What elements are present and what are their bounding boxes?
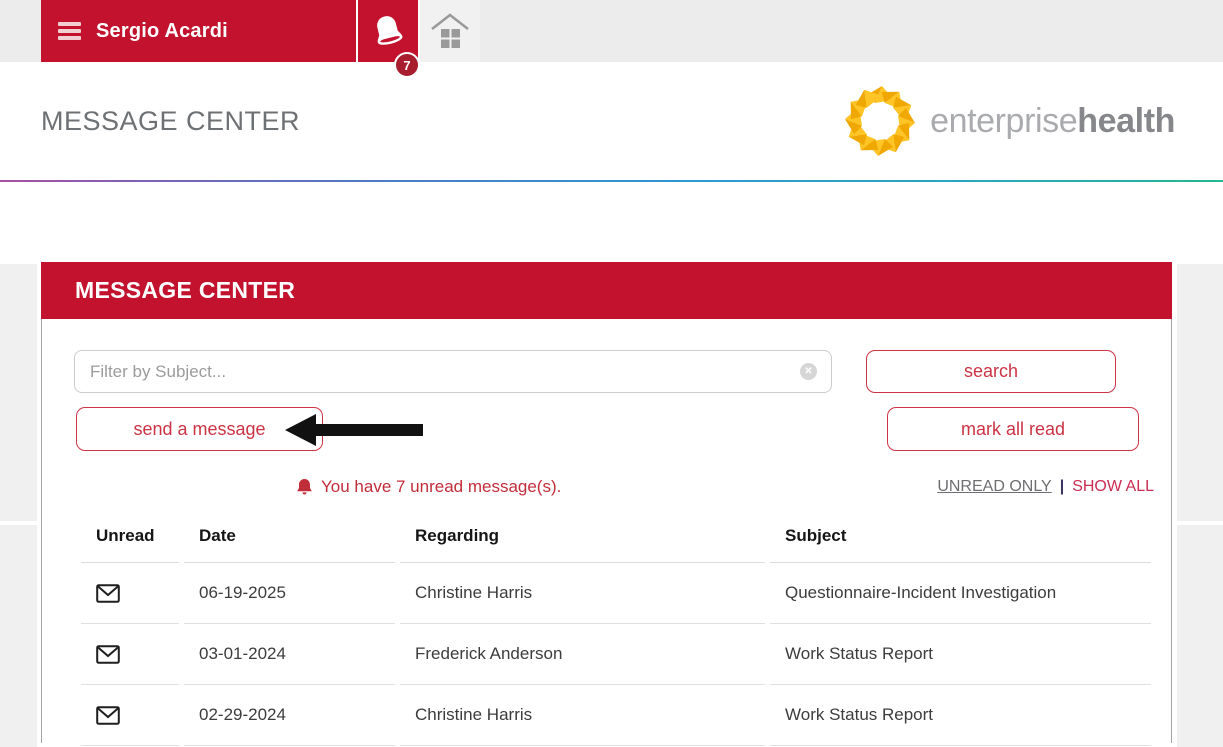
show-all-link[interactable]: SHOW ALL (1072, 478, 1154, 496)
main-region: MESSAGE CENTER ✕ search send a message m… (0, 262, 1223, 747)
table-row[interactable]: 06-19-2025 Christine Harris Questionnair… (81, 563, 1151, 624)
table-row[interactable]: 03-01-2024 Frederick Anderson Work Statu… (81, 624, 1151, 685)
envelope-icon (96, 706, 120, 725)
section-banner: MESSAGE CENTER (41, 262, 1172, 319)
logo-text-regular: enterprise (930, 102, 1077, 140)
cell-date: 06-19-2025 (184, 563, 395, 624)
cell-date: 02-29-2024 (184, 685, 395, 746)
mark-all-read-button[interactable]: mark all read (887, 407, 1139, 451)
enterprise-health-logo: enterprisehealth (842, 83, 1175, 159)
home-button[interactable] (418, 0, 480, 62)
alert-bell-icon (296, 478, 313, 497)
status-row: You have 7 unread message(s). UNREAD ONL… (42, 451, 1171, 497)
white-gap (0, 182, 1223, 258)
cell-subject: Work Status Report (770, 624, 1151, 685)
cell-date: 03-01-2024 (184, 624, 395, 685)
right-margin-strip (1177, 525, 1223, 747)
message-center-panel: ✕ search send a message mark all read (41, 319, 1172, 743)
column-header-unread: Unread (81, 513, 179, 563)
filter-row: ✕ search (42, 319, 1171, 393)
hamburger-icon[interactable] (58, 22, 81, 40)
content-column: MESSAGE CENTER ✕ search send a message m… (41, 262, 1172, 743)
messages-table: Unread Date Regarding Subject 06-19-2025… (76, 513, 1156, 746)
view-filter-links: UNREAD ONLY | SHOW ALL (937, 478, 1154, 496)
link-separator: | (1052, 478, 1072, 496)
actions-row: send a message mark all read (42, 393, 1171, 451)
column-header-regarding: Regarding (400, 513, 765, 563)
left-margin-strip (0, 264, 37, 521)
logo-text-bold: health (1077, 102, 1175, 140)
home-icon (429, 11, 471, 51)
bell-icon (371, 13, 405, 49)
unread-notice-text: You have 7 unread message(s). (321, 477, 561, 497)
table-row[interactable]: 02-29-2024 Christine Harris Work Status … (81, 685, 1151, 746)
sunburst-icon (842, 83, 918, 159)
search-button[interactable]: search (866, 350, 1116, 393)
cell-regarding: Frederick Anderson (400, 624, 765, 685)
right-margin-strip (1177, 264, 1223, 521)
column-header-subject: Subject (770, 513, 1151, 563)
clear-filter-icon[interactable]: ✕ (800, 363, 817, 380)
cell-subject: Work Status Report (770, 685, 1151, 746)
subject-filter-input[interactable] (74, 350, 832, 393)
envelope-icon (96, 584, 120, 603)
unread-notice: You have 7 unread message(s). (296, 477, 561, 497)
notification-count-badge: 7 (394, 52, 420, 78)
topbar-left-spacer (0, 0, 41, 62)
left-margin-strip (0, 525, 37, 747)
page-header: MESSAGE CENTER enterprisehealth (0, 62, 1223, 180)
unread-only-link[interactable]: UNREAD ONLY (937, 478, 1051, 496)
cell-regarding: Christine Harris (400, 563, 765, 624)
envelope-icon (96, 645, 120, 664)
filter-field-wrap: ✕ (74, 350, 832, 393)
user-name: Sergio Acardi (96, 20, 228, 43)
cell-regarding: Christine Harris (400, 685, 765, 746)
black-arrow-pointer (285, 413, 425, 447)
table-header-row: Unread Date Regarding Subject (81, 513, 1151, 563)
column-header-date: Date (184, 513, 395, 563)
top-bar: Sergio Acardi (0, 0, 1223, 62)
user-menu-button[interactable]: Sergio Acardi (41, 0, 356, 62)
page-title: MESSAGE CENTER (41, 106, 300, 137)
logo-text: enterprisehealth (930, 102, 1175, 141)
cell-subject: Questionnaire-Incident Investigation (770, 563, 1151, 624)
